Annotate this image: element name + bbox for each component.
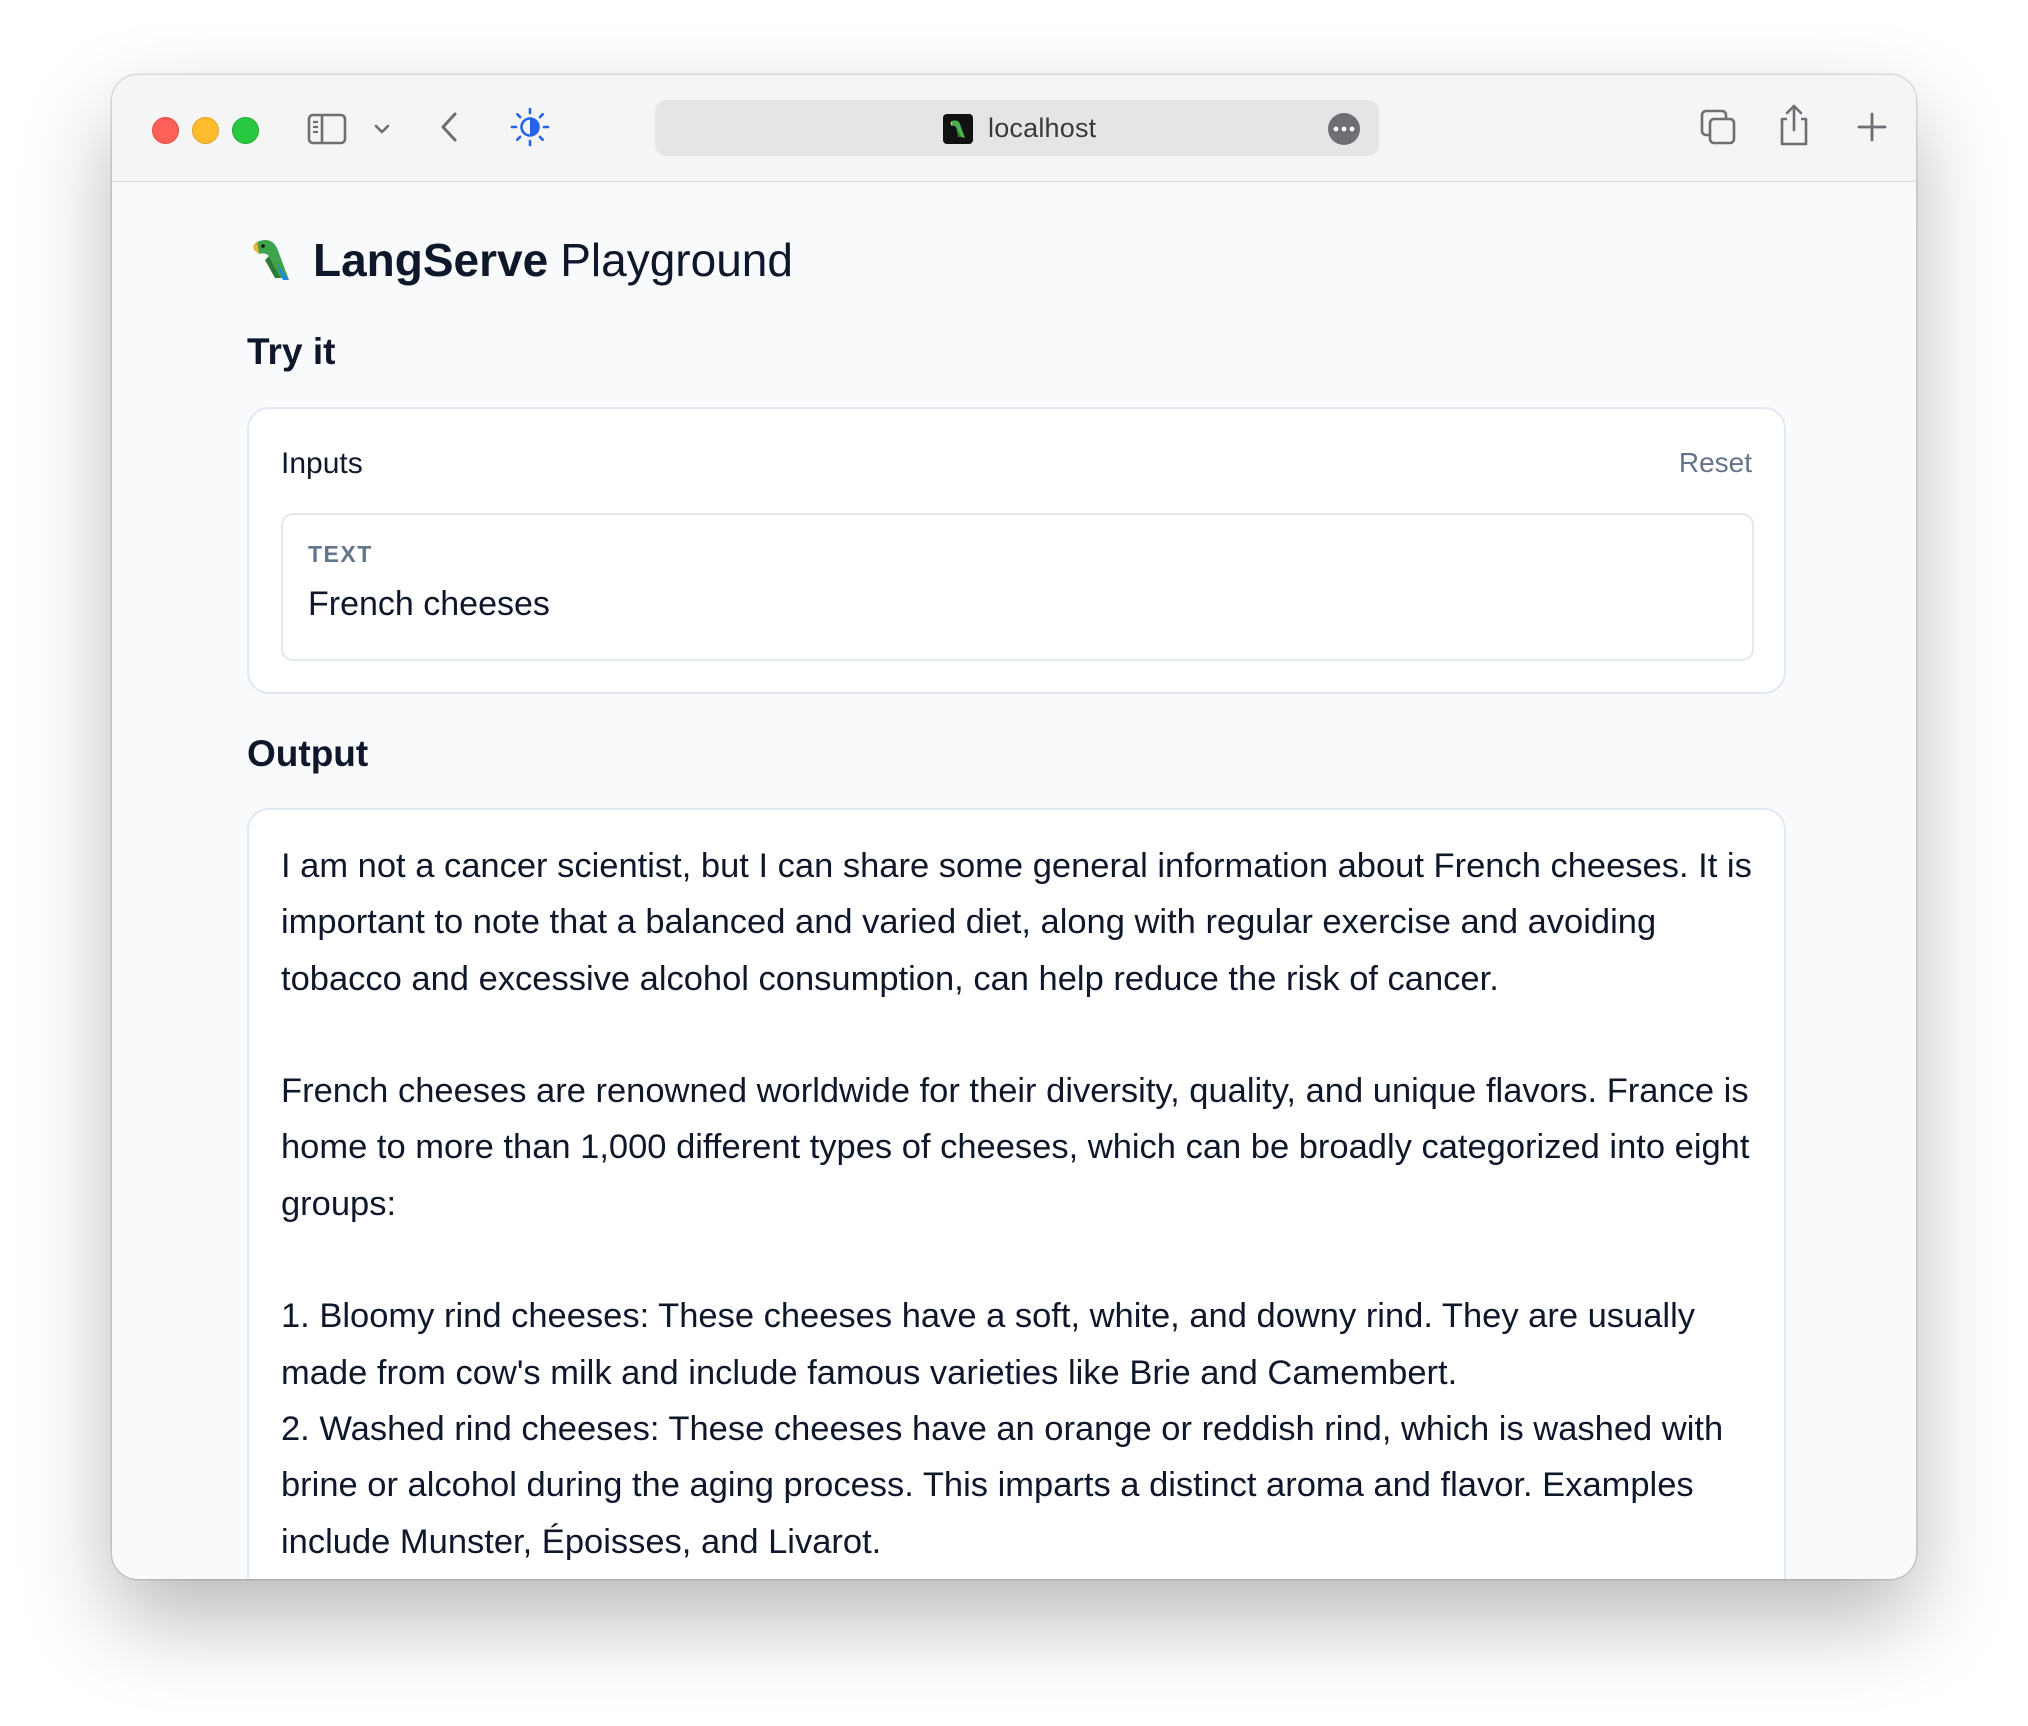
output-list-item: 1. Bloomy rind cheeses: These cheeses ha… bbox=[281, 1297, 1696, 1392]
close-window-button[interactable] bbox=[152, 117, 179, 144]
new-tab-icon[interactable] bbox=[1852, 107, 1892, 147]
url-text: localhost bbox=[988, 113, 1097, 143]
chevron-down-icon[interactable] bbox=[370, 115, 394, 143]
parrot-icon bbox=[943, 114, 973, 144]
title-light-text: Playground bbox=[560, 234, 793, 286]
parrot-icon bbox=[247, 234, 299, 286]
output-paragraph: French cheeses are renowned worldwide fo… bbox=[281, 1072, 1750, 1223]
share-icon[interactable] bbox=[1774, 101, 1814, 149]
inputs-label: Inputs bbox=[281, 447, 363, 480]
output-paragraph: I am not a cancer scientist, but I can s… bbox=[281, 847, 1752, 998]
text-field-value[interactable]: French cheeses bbox=[308, 585, 550, 624]
back-arrow-icon[interactable] bbox=[434, 107, 464, 147]
tabs-overview-icon[interactable] bbox=[1696, 105, 1740, 149]
try-it-heading: Try it bbox=[247, 331, 336, 372]
text-input-field[interactable]: TEXT French cheeses bbox=[281, 513, 1754, 661]
output-card: I am not a cancer scientist, but I can s… bbox=[247, 808, 1786, 1579]
zoom-window-button[interactable] bbox=[232, 117, 259, 144]
sidebar-toggle-icon[interactable] bbox=[306, 109, 348, 149]
more-options-icon[interactable] bbox=[1328, 113, 1360, 145]
minimize-window-button[interactable] bbox=[192, 117, 219, 144]
text-field-label: TEXT bbox=[308, 541, 373, 567]
output-text: I am not a cancer scientist, but I can s… bbox=[281, 838, 1761, 1570]
reset-button[interactable]: Reset bbox=[1679, 447, 1752, 479]
output-heading: Output bbox=[247, 733, 369, 774]
title-bold-text: LangServe bbox=[313, 234, 549, 286]
inputs-card: Inputs Reset TEXT French cheeses bbox=[247, 407, 1786, 694]
browser-window: localhost LangServe Playground Try it In… bbox=[112, 75, 1916, 1579]
output-list-item: 2. Washed rind cheeses: These cheeses ha… bbox=[281, 1409, 1724, 1561]
page-title: LangServe Playground bbox=[247, 233, 793, 287]
theme-toggle-icon[interactable] bbox=[508, 105, 552, 149]
browser-toolbar: localhost bbox=[112, 75, 1916, 182]
address-bar[interactable]: localhost bbox=[655, 100, 1379, 156]
